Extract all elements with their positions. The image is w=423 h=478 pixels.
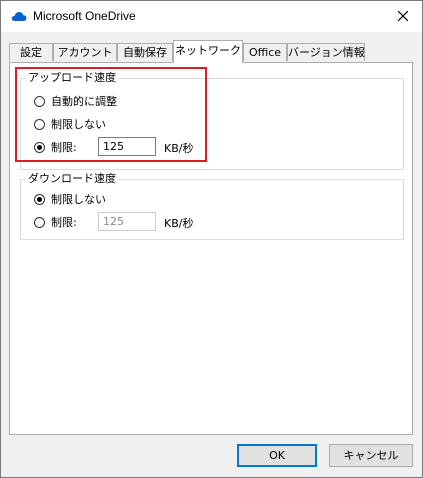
download-speed-group: ダウンロード速度 制限しない 制限: 125 KB/秒 xyxy=(20,172,404,240)
upload-auto-radio[interactable] xyxy=(34,95,45,107)
tab-settings[interactable]: 設定 xyxy=(9,43,53,61)
upload-limit-radio[interactable] xyxy=(34,141,45,153)
upload-auto-label: 自動的に調整 xyxy=(51,95,117,108)
download-speed-legend: ダウンロード速度 xyxy=(26,172,118,186)
download-unit-label: KB/秒 xyxy=(164,217,194,230)
upload-limit-label: 制限: xyxy=(51,141,77,154)
download-limit-radio[interactable] xyxy=(34,216,45,228)
upload-unlimited-label: 制限しない xyxy=(51,118,106,131)
download-limit-label: 制限: xyxy=(51,216,77,229)
upload-limit-option[interactable]: 制限: xyxy=(34,139,77,155)
upload-unlimited-option[interactable]: 制限しない xyxy=(34,116,106,132)
title-bar[interactable]: Microsoft OneDrive xyxy=(1,1,422,32)
onedrive-cloud-icon xyxy=(11,10,27,22)
tab-autosave[interactable]: 自動保存 xyxy=(117,43,173,61)
cancel-button[interactable]: キャンセル xyxy=(329,444,413,467)
upload-speed-legend: アップロード速度 xyxy=(26,71,118,85)
upload-speed-group: アップロード速度 自動的に調整 制限しない 制限: 125 KB/秒 xyxy=(20,71,404,170)
upload-limit-input[interactable]: 125 xyxy=(98,137,156,156)
download-unlimited-label: 制限しない xyxy=(51,193,106,206)
upload-unlimited-radio[interactable] xyxy=(34,118,45,130)
close-button[interactable] xyxy=(390,5,416,27)
network-tab-panel: アップロード速度 自動的に調整 制限しない 制限: 125 KB/秒 ダウンロー… xyxy=(9,62,413,435)
tab-account[interactable]: アカウント xyxy=(53,43,117,61)
close-icon xyxy=(398,11,408,21)
onedrive-settings-window: Microsoft OneDrive 設定 アカウント 自動保存 ネットワーク … xyxy=(0,0,423,478)
window-title: Microsoft OneDrive xyxy=(33,9,136,23)
download-unlimited-radio[interactable] xyxy=(34,193,45,205)
upload-auto-option[interactable]: 自動的に調整 xyxy=(34,93,117,109)
tab-network[interactable]: ネットワーク xyxy=(173,40,243,63)
download-limit-option[interactable]: 制限: xyxy=(34,214,77,230)
tab-office[interactable]: Office xyxy=(243,43,287,61)
download-limit-input[interactable]: 125 xyxy=(98,212,156,231)
tab-version-info[interactable]: バージョン情報 xyxy=(287,43,365,61)
download-unlimited-option[interactable]: 制限しない xyxy=(34,191,106,207)
upload-unit-label: KB/秒 xyxy=(164,142,194,155)
ok-button[interactable]: OK xyxy=(237,444,317,467)
